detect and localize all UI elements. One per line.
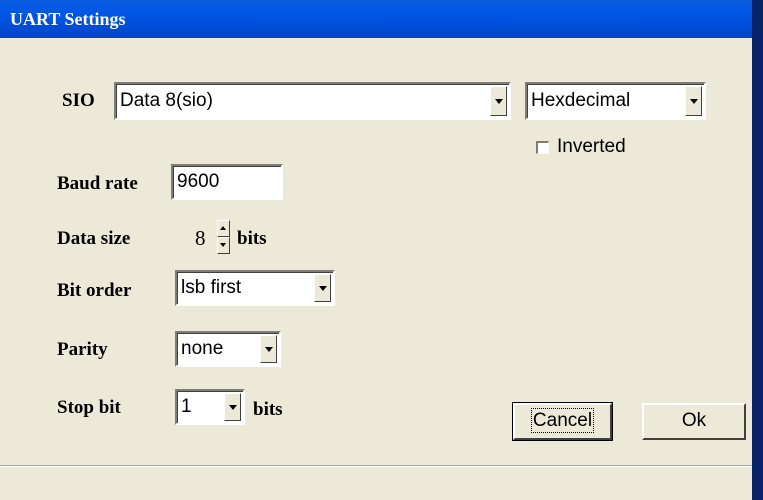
chevron-down-icon[interactable] bbox=[224, 393, 241, 421]
stop-bit-unit: bits bbox=[253, 399, 283, 420]
chevron-down-icon[interactable] bbox=[685, 86, 702, 116]
dialog-body: SIO Data 8(sio) Hexdecimal Inverted Baud… bbox=[0, 38, 752, 500]
bit-order-label: Bit order bbox=[57, 280, 132, 301]
chevron-down-icon[interactable] bbox=[260, 335, 277, 363]
sio-select-value: Data 8(sio) bbox=[120, 90, 213, 111]
inverted-checkbox[interactable] bbox=[536, 141, 549, 154]
bit-order-value: lsb first bbox=[181, 277, 242, 298]
format-select-value: Hexdecimal bbox=[531, 90, 631, 111]
title-bar[interactable]: UART Settings bbox=[0, 0, 752, 38]
parity-label: Parity bbox=[57, 339, 108, 360]
status-separator bbox=[0, 465, 752, 467]
ok-button-label: Ok bbox=[681, 410, 707, 431]
bit-order-select[interactable]: lsb first bbox=[175, 270, 335, 306]
chevron-down-icon[interactable] bbox=[490, 86, 507, 116]
cancel-button-label: Cancel bbox=[530, 408, 595, 433]
inverted-label[interactable]: Inverted bbox=[557, 136, 626, 158]
stop-bit-select[interactable]: 1 bbox=[175, 389, 245, 425]
chevron-down-icon[interactable] bbox=[314, 274, 331, 302]
cancel-button[interactable]: Cancel bbox=[512, 402, 613, 441]
baud-rate-value: 9600 bbox=[177, 171, 220, 192]
stop-bit-label: Stop bit bbox=[57, 397, 121, 418]
ok-button[interactable]: Ok bbox=[642, 403, 746, 440]
stop-bit-value: 1 bbox=[181, 396, 192, 417]
format-select[interactable]: Hexdecimal bbox=[525, 82, 706, 120]
stepper-down-icon[interactable] bbox=[217, 237, 230, 254]
window-edge bbox=[752, 0, 763, 500]
sio-label: SIO bbox=[62, 90, 95, 111]
parity-select[interactable]: none bbox=[175, 331, 281, 367]
data-size-label: Data size bbox=[57, 228, 131, 249]
data-size-value: 8 bbox=[195, 226, 206, 250]
stepper-up-icon[interactable] bbox=[217, 220, 230, 237]
window-title: UART Settings bbox=[10, 9, 126, 29]
sio-select[interactable]: Data 8(sio) bbox=[114, 82, 511, 120]
data-size-unit: bits bbox=[237, 228, 267, 249]
baud-rate-label: Baud rate bbox=[57, 173, 138, 194]
parity-value: none bbox=[181, 338, 224, 359]
data-size-stepper[interactable] bbox=[217, 220, 230, 254]
baud-rate-input[interactable]: 9600 bbox=[171, 164, 283, 200]
